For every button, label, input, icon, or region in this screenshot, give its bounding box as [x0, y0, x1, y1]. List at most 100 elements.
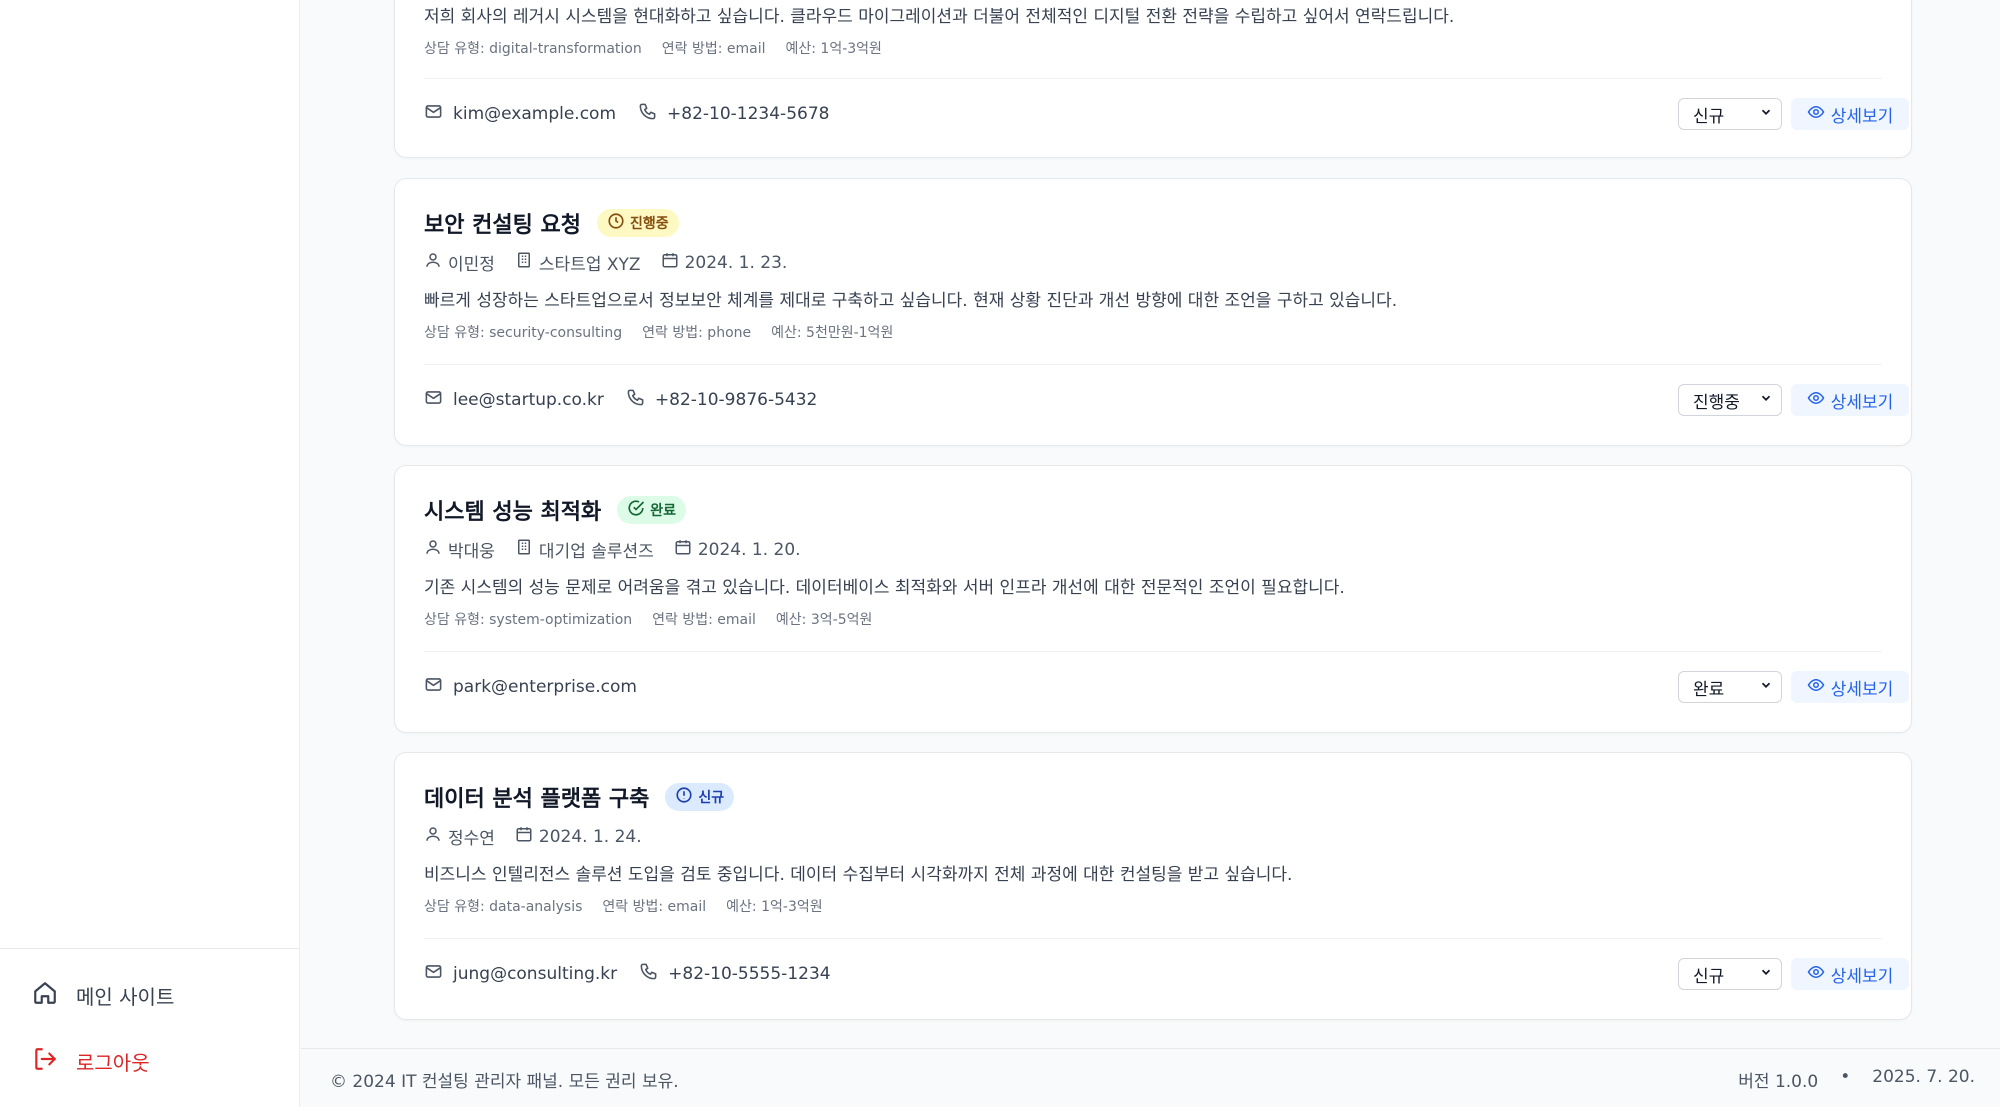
view-details-button[interactable]: 상세보기	[1791, 958, 1909, 990]
card-details: 상담 유형: data-analysis 연락 방법: email 예산: 1억…	[424, 896, 823, 916]
eye-icon	[1807, 389, 1825, 412]
chevron-down-icon	[1759, 390, 1773, 410]
phone-icon	[639, 962, 658, 986]
email-text: kim@example.com	[453, 104, 617, 124]
card-meta: 박대웅 대기업 솔루션즈 2024. 1. 20.	[424, 537, 801, 562]
budget: 예산: 1억-3억원	[785, 41, 882, 57]
contact-method: 연락 방법: email	[602, 899, 707, 915]
card-details: 상담 유형: security-consulting 연락 방법: phone …	[424, 322, 893, 342]
inquiry-card: 데이터 분석 플랫폼 구축 신규 정수연 2024. 1. 24. 비즈니스 인…	[394, 752, 1912, 1020]
contact-row: jung@consulting.kr +82-10-5555-1234	[424, 962, 831, 986]
email-contact: jung@consulting.kr	[424, 962, 617, 986]
card-title: 보안 컨설팅 요청	[424, 213, 581, 238]
footer-meta: 버전 1.0.0 • 2025. 7. 20.	[1738, 1067, 1975, 1092]
card-description: 빠르게 성장하는 스타트업으로서 정보보안 체계를 제대로 구축하고 싶습니다.…	[424, 291, 1398, 311]
view-details-button[interactable]: 상세보기	[1791, 384, 1909, 416]
view-details-label: 상세보기	[1830, 392, 1894, 413]
card-title: 시스템 성능 최적화	[424, 500, 602, 525]
building-icon	[515, 538, 533, 561]
client-name-text: 정수연	[448, 829, 495, 849]
card-header: 데이터 분석 플랫폼 구축 신규	[424, 781, 735, 813]
view-details-button[interactable]: 상세보기	[1791, 671, 1909, 703]
status-select-value: 완료	[1693, 679, 1725, 700]
version-text: 버전 1.0.0	[1738, 1072, 1819, 1092]
calendar-icon	[661, 251, 679, 274]
phone-contact: +82-10-1234-5678	[638, 102, 829, 126]
contact-row: lee@startup.co.kr +82-10-9876-5432	[424, 388, 817, 412]
card-description: 비즈니스 인텔리전스 솔루션 도입을 검토 중입니다. 데이터 수집부터 시각화…	[424, 865, 1293, 885]
divider	[424, 364, 1882, 365]
status-badge-label: 완료	[650, 503, 677, 519]
inquiry-date: 2024. 1. 23.	[661, 251, 788, 274]
budget: 예산: 5천만원-1억원	[771, 325, 894, 341]
status-select-value: 진행중	[1693, 392, 1740, 413]
logout-link[interactable]: 로그아웃	[32, 1046, 150, 1077]
calendar-icon	[674, 538, 692, 561]
calendar-icon	[515, 825, 533, 848]
consult-type: 상담 유형: data-analysis	[424, 899, 583, 915]
phone-text: +82-10-5555-1234	[668, 964, 831, 984]
sidebar-footer	[0, 948, 300, 949]
mail-icon	[424, 675, 443, 699]
user-icon	[424, 538, 442, 561]
mail-icon	[424, 962, 443, 986]
status-select[interactable]: 신규	[1678, 958, 1782, 990]
home-icon	[32, 980, 58, 1011]
status-badge: 완료	[617, 496, 687, 524]
date-text: 2024. 1. 24.	[538, 826, 642, 847]
logout-icon	[32, 1046, 58, 1077]
card-header: 시스템 성능 최적화 완료	[424, 494, 687, 526]
card-details: 상담 유형: system-optimization 연락 방법: email …	[424, 609, 872, 629]
user-icon	[424, 251, 442, 274]
inquiry-card: 시스템 성능 최적화 완료 박대웅 대기업 솔루션즈 2024. 1. 20. …	[394, 465, 1912, 733]
clock-icon	[607, 212, 625, 234]
status-select[interactable]: 완료	[1678, 671, 1782, 703]
status-select[interactable]: 진행중	[1678, 384, 1782, 416]
view-details-label: 상세보기	[1830, 106, 1894, 127]
phone-icon	[626, 388, 645, 412]
chevron-down-icon	[1759, 964, 1773, 984]
status-badge: 진행중	[597, 209, 679, 237]
mail-icon	[424, 388, 443, 412]
company-text: 대기업 솔루션즈	[538, 542, 654, 562]
status-select[interactable]: 신규	[1678, 98, 1782, 130]
footer-bullet: •	[1840, 1067, 1851, 1087]
user-icon	[424, 825, 442, 848]
inquiry-date: 2024. 1. 20.	[674, 538, 801, 561]
date-text: 2024. 1. 23.	[684, 252, 788, 273]
divider	[424, 651, 1882, 652]
contact-method: 연락 방법: phone	[642, 325, 752, 341]
logout-label: 로그아웃	[76, 1051, 150, 1075]
chevron-down-icon	[1759, 104, 1773, 124]
email-text: park@enterprise.com	[453, 677, 637, 697]
card-meta: 정수연 2024. 1. 24.	[424, 824, 642, 849]
contact-method: 연락 방법: email	[652, 612, 756, 628]
consult-type: 상담 유형: security-consulting	[424, 325, 623, 341]
company: 대기업 솔루션즈	[515, 537, 654, 562]
card-details: 상담 유형: digital-transformation 연락 방법: ema…	[424, 38, 882, 58]
phone-icon	[638, 102, 657, 126]
contact-row: park@enterprise.com	[424, 675, 637, 699]
client-name: 정수연	[424, 824, 495, 849]
main-content: 저희 회사의 레거시 시스템을 현대화하고 싶습니다. 클라우드 마이그레이션과…	[301, 0, 2000, 1107]
footer-date: 2025. 7. 20.	[1872, 1067, 1975, 1087]
email-contact: park@enterprise.com	[424, 675, 637, 699]
client-name-text: 이민정	[448, 255, 495, 275]
main-site-link[interactable]: 메인 사이트	[32, 980, 174, 1011]
inquiry-card: 저희 회사의 레거시 시스템을 현대화하고 싶습니다. 클라우드 마이그레이션과…	[394, 0, 1912, 158]
client-name: 이민정	[424, 250, 495, 275]
email-contact: lee@startup.co.kr	[424, 388, 604, 412]
consult-type: 상담 유형: system-optimization	[424, 612, 633, 628]
email-text: lee@startup.co.kr	[453, 390, 604, 410]
phone-contact: +82-10-5555-1234	[639, 962, 831, 986]
chevron-down-icon	[1759, 677, 1773, 697]
card-header: 보안 컨설팅 요청 진행중	[424, 207, 679, 239]
phone-text: +82-10-1234-5678	[667, 104, 830, 124]
check-circle-icon	[627, 499, 645, 521]
date-text: 2024. 1. 20.	[697, 539, 801, 560]
view-details-button[interactable]: 상세보기	[1791, 98, 1909, 130]
company-text: 스타트업 XYZ	[538, 255, 641, 275]
status-badge: 신규	[665, 783, 735, 811]
card-description: 저희 회사의 레거시 시스템을 현대화하고 싶습니다. 클라우드 마이그레이션과…	[424, 7, 1455, 27]
status-select-value: 신규	[1693, 966, 1725, 987]
